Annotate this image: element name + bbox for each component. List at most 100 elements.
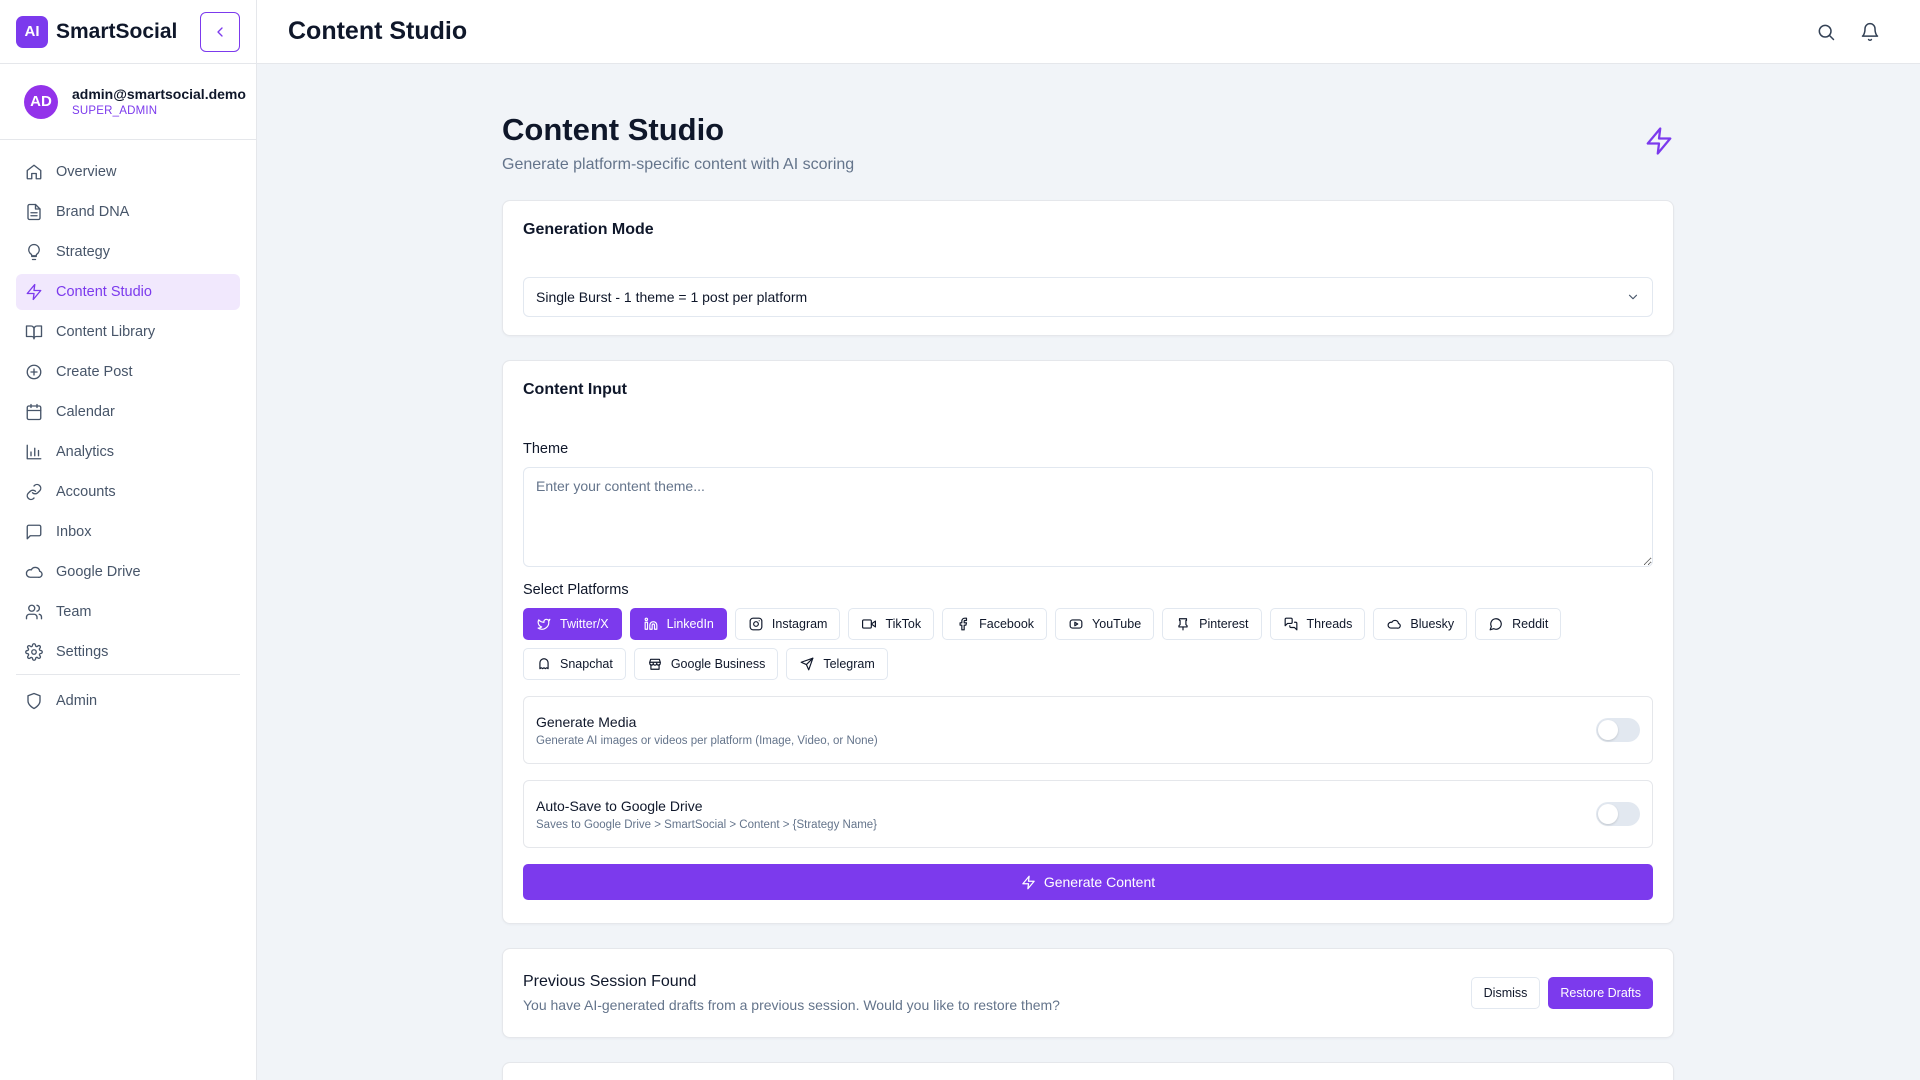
generation-mode-value: Single Burst - 1 theme = 1 post per plat… <box>536 289 808 305</box>
generate-media-toggle[interactable] <box>1596 718 1640 742</box>
youtube-icon <box>1068 616 1084 632</box>
platform-chip-instagram[interactable]: Instagram <box>734 608 841 640</box>
brand-header: AI SmartSocial <box>0 0 256 64</box>
platform-chip-label: Threads <box>1306 617 1353 631</box>
bolt-icon <box>24 282 44 302</box>
generate-media-title: Generate Media <box>536 713 637 730</box>
sidebar-item-inbox[interactable]: Inbox <box>16 514 240 550</box>
sidebar-item-overview[interactable]: Overview <box>16 154 240 190</box>
sidebar-nav: Overview Brand DNA Strategy Content Stud… <box>0 140 256 719</box>
shield-icon <box>24 691 44 711</box>
platform-chip-label: Bluesky <box>1410 617 1455 631</box>
platform-chip-threads[interactable]: Threads <box>1269 608 1366 640</box>
cloud-icon <box>24 562 44 582</box>
platform-chip-label: Pinterest <box>1199 617 1249 631</box>
platform-chip-label: TikTok <box>885 617 922 631</box>
page-title: Content Studio <box>502 112 725 147</box>
generation-mode-title: Generation Mode <box>523 221 654 238</box>
platform-chip-label: Reddit <box>1512 617 1549 631</box>
sidebar-item-accounts[interactable]: Accounts <box>16 474 240 510</box>
plus-circle-icon <box>24 362 44 382</box>
sidebar-item-create-post[interactable]: Create Post <box>16 354 240 390</box>
generate-content-button[interactable]: Generate Content <box>523 864 1653 900</box>
platform-chip-linkedin[interactable]: LinkedIn <box>629 608 727 640</box>
sidebar-item-label: Content Studio <box>56 284 152 300</box>
book-icon <box>24 322 44 342</box>
platform-chip-label: Facebook <box>979 617 1035 631</box>
search-icon[interactable] <box>1814 20 1838 44</box>
sidebar-item-label: Settings <box>56 644 109 660</box>
sidebar-item-settings[interactable]: Settings <box>16 634 240 670</box>
linkedin-icon <box>643 616 659 632</box>
sidebar: AI SmartSocial AD admin@smartsocial.demo… <box>0 0 257 1080</box>
theme-label: Theme <box>523 441 569 457</box>
lightbulb-icon <box>24 242 44 262</box>
platforms-label: Select Platforms <box>523 582 629 598</box>
platform-chip-telegram[interactable]: Telegram <box>786 648 888 680</box>
dismiss-button[interactable]: Dismiss <box>1470 977 1541 1009</box>
generation-mode-select[interactable]: Single Burst - 1 theme = 1 post per plat… <box>523 277 1653 317</box>
restore-drafts-button[interactable]: Restore Drafts <box>1548 977 1653 1009</box>
sidebar-item-analytics[interactable]: Analytics <box>16 434 240 470</box>
sidebar-divider <box>16 674 240 675</box>
top-bar: Content Studio <box>257 0 1920 64</box>
bell-icon[interactable] <box>1858 20 1882 44</box>
chevron-down-icon <box>1628 294 1638 300</box>
sidebar-item-label: Overview <box>56 164 117 180</box>
twitter-icon <box>536 616 552 632</box>
avatar: AD <box>24 84 58 119</box>
bolt-icon <box>1644 126 1674 161</box>
platform-chip-google-business[interactable]: Google Business <box>633 648 779 680</box>
sidebar-item-label: Inbox <box>56 524 92 540</box>
gear-icon <box>24 642 44 662</box>
platform-chip-facebook[interactable]: Facebook <box>942 608 1048 640</box>
facebook-icon <box>955 616 971 632</box>
link-icon <box>24 482 44 502</box>
platform-chip-snapchat[interactable]: Snapchat <box>523 648 626 680</box>
previous-session-desc: You have AI-generated drafts from a prev… <box>523 997 1060 1013</box>
auto-save-toggle[interactable] <box>1596 802 1640 826</box>
next-card <box>502 1062 1674 1080</box>
platform-chip-label: Telegram <box>823 657 875 671</box>
user-profile[interactable]: AD admin@smartsocial.demo SUPER_ADMIN <box>0 64 256 140</box>
sidebar-item-team[interactable]: Team <box>16 594 240 630</box>
platform-chip-reddit[interactable]: Reddit <box>1475 608 1562 640</box>
platform-chip-pinterest[interactable]: Pinterest <box>1162 608 1262 640</box>
platform-chip-tiktok[interactable]: TikTok <box>848 608 935 640</box>
sidebar-item-google-drive[interactable]: Google Drive <box>16 554 240 590</box>
bolt-icon <box>1022 875 1035 889</box>
sidebar-item-label: Strategy <box>56 244 110 260</box>
page-subtitle: Generate platform-specific content with … <box>502 156 855 173</box>
sidebar-item-content-library[interactable]: Content Library <box>16 314 240 350</box>
sidebar-item-admin[interactable]: Admin <box>16 683 240 719</box>
platform-chip-youtube[interactable]: YouTube <box>1055 608 1155 640</box>
sidebar-item-calendar[interactable]: Calendar <box>16 394 240 430</box>
cloud-icon <box>1386 616 1402 632</box>
sidebar-item-content-studio[interactable]: Content Studio <box>16 274 240 310</box>
sidebar-item-label: Google Drive <box>56 564 141 580</box>
sidebar-item-brand-dna[interactable]: Brand DNA <box>16 194 240 230</box>
auto-save-desc: Saves to Google Drive > SmartSocial > Co… <box>536 818 878 831</box>
previous-session-title: Previous Session Found <box>523 973 697 990</box>
previous-session-card: Previous Session Found You have AI-gener… <box>502 948 1674 1038</box>
generate-media-row: Generate Media Generate AI images or vid… <box>523 696 1653 764</box>
platform-chip-label: Twitter/X <box>560 617 609 631</box>
sidebar-item-label: Create Post <box>56 364 133 380</box>
platform-chip-label: Snapchat <box>560 657 613 671</box>
document-icon <box>24 202 44 222</box>
sidebar-item-label: Brand DNA <box>56 204 130 220</box>
sidebar-item-strategy[interactable]: Strategy <box>16 234 240 270</box>
collapse-sidebar-button[interactable] <box>200 12 240 52</box>
platform-chip-bluesky[interactable]: Bluesky <box>1373 608 1468 640</box>
calendar-icon <box>24 402 44 422</box>
bar-chart-icon <box>24 442 44 462</box>
store-icon <box>647 656 663 672</box>
user-email: admin@smartsocial.demo <box>72 86 246 102</box>
chat-bubble-icon <box>1488 616 1504 632</box>
brand-name: SmartSocial <box>56 19 178 43</box>
send-icon <box>799 656 815 672</box>
theme-input[interactable] <box>523 467 1653 567</box>
platform-chip-twitter[interactable]: Twitter/X <box>523 608 622 640</box>
home-icon <box>24 162 44 182</box>
sidebar-item-label: Calendar <box>56 404 115 420</box>
